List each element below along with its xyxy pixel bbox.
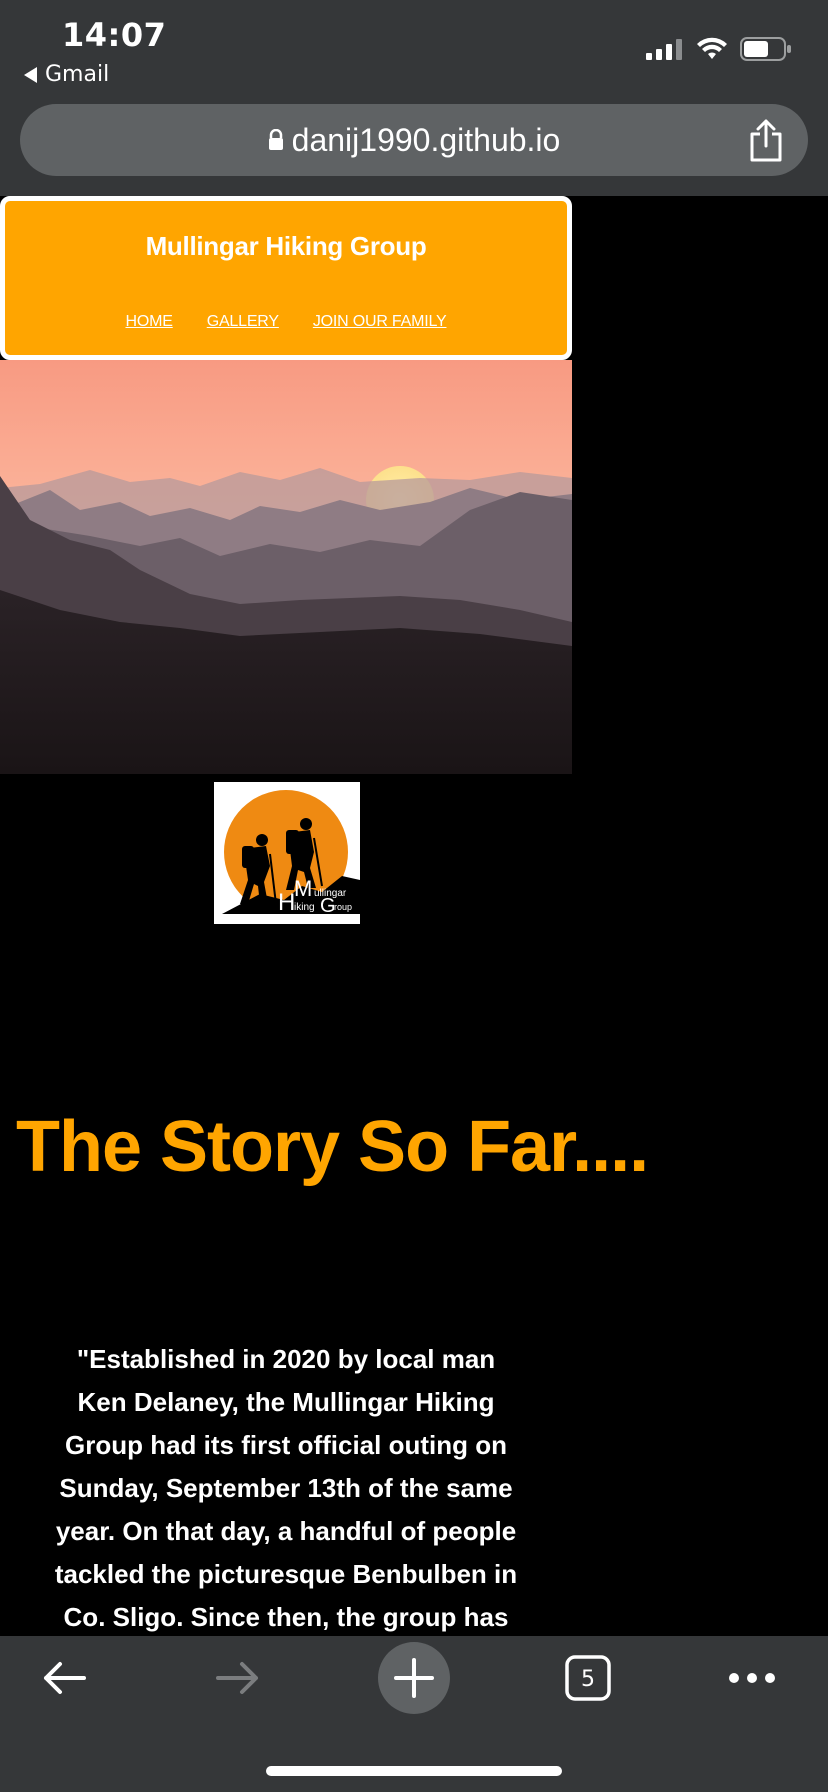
wifi-icon xyxy=(697,37,727,59)
address-bar[interactable]: danij1990.github.io xyxy=(20,104,808,176)
arrow-left-icon xyxy=(44,1662,86,1694)
tabs-button[interactable]: 5 xyxy=(556,1636,620,1720)
status-time: 14:07 xyxy=(62,16,167,54)
lock-icon xyxy=(268,129,283,150)
nav-gallery-link[interactable]: GALLERY xyxy=(207,313,279,331)
back-button[interactable] xyxy=(28,1636,100,1720)
story-heading: The Story So Far.... xyxy=(16,1107,649,1187)
new-tab-button[interactable] xyxy=(378,1636,450,1720)
hiking-group-logo: H M ullingar iking G roup xyxy=(214,782,360,924)
nav-join-link[interactable]: JOIN OUR FAMILY xyxy=(313,313,447,331)
more-icon xyxy=(729,1673,775,1683)
svg-text:M: M xyxy=(294,876,312,901)
nav-home-link[interactable]: HOME xyxy=(126,313,173,331)
back-to-app-button[interactable]: Gmail xyxy=(24,62,109,87)
plus-icon xyxy=(378,1642,450,1714)
battery-icon xyxy=(740,37,791,61)
share-icon[interactable] xyxy=(748,118,784,162)
svg-text:H: H xyxy=(278,889,295,916)
status-icons xyxy=(646,36,792,62)
site-nav: HOME GALLERY JOIN OUR FAMILY xyxy=(5,313,567,331)
back-app-label: Gmail xyxy=(45,62,110,87)
tabs-icon: 5 xyxy=(565,1655,611,1701)
more-button[interactable] xyxy=(720,1636,784,1720)
hero-mountain-image xyxy=(0,360,572,774)
home-indicator[interactable] xyxy=(266,1766,562,1776)
story-paragraph: "Established in 2020 by local man Ken De… xyxy=(54,1344,518,1632)
browser-top-chrome: 14:07 Gmail danij1990.github.io xyxy=(0,0,828,196)
url-text: danij1990.github.io xyxy=(291,121,561,158)
web-page: Mullingar Hiking Group HOME GALLERY JOIN… xyxy=(0,196,828,1636)
svg-text:roup: roup xyxy=(334,902,352,912)
site-title: Mullingar Hiking Group xyxy=(145,231,427,261)
back-triangle-icon xyxy=(24,66,37,83)
forward-button[interactable] xyxy=(202,1636,274,1720)
site-header: Mullingar Hiking Group HOME GALLERY JOIN… xyxy=(0,196,572,360)
tab-count: 5 xyxy=(581,1667,595,1692)
svg-text:iking: iking xyxy=(294,902,315,913)
signal-icon xyxy=(646,39,682,60)
arrow-right-icon xyxy=(216,1662,258,1694)
